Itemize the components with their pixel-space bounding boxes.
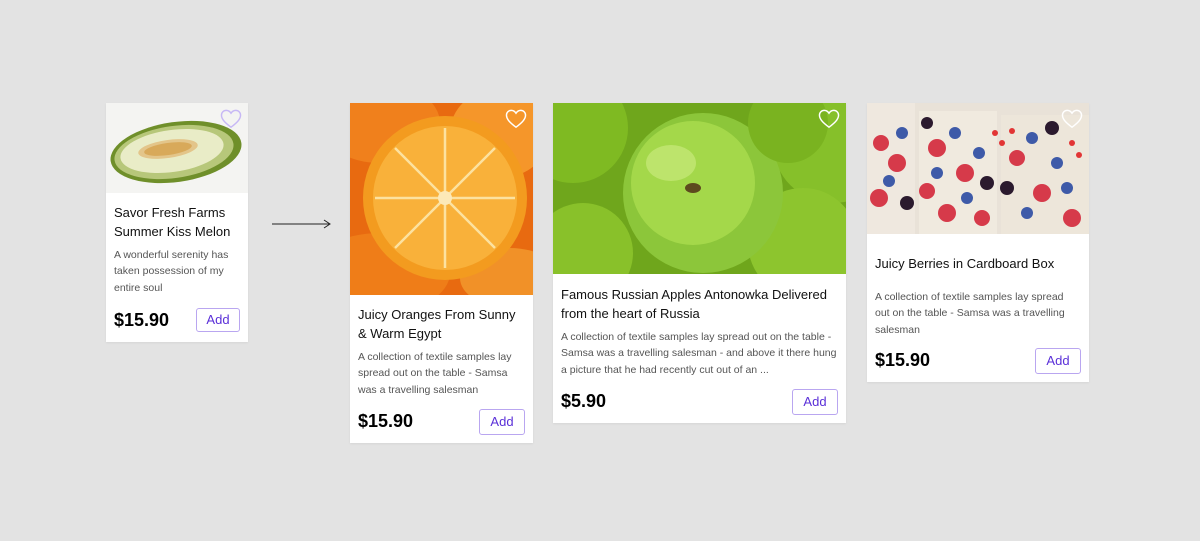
product-title: Savor Fresh Farms Summer Kiss Melon [114, 205, 231, 239]
product-card-apples: Famous Russian Apples Antonowka Delivere… [553, 103, 846, 423]
product-info: Famous Russian Apples Antonowka Delivere… [553, 274, 846, 423]
product-image-green-apples [553, 103, 846, 274]
add-to-cart-button[interactable]: Add [1035, 348, 1081, 374]
product-description: A collection of textile samples lay spre… [561, 331, 837, 376]
product-image-berries [867, 103, 1089, 234]
product-price: $15.90 [358, 411, 414, 431]
product-info: Juicy Oranges From Sunny & Warm Egypt A … [350, 295, 533, 443]
favorite-heart-icon[interactable] [505, 109, 527, 129]
product-title: Juicy Oranges From Sunny & Warm Egypt [358, 307, 516, 341]
product-info: Savor Fresh Farms Summer Kiss Melon A wo… [106, 193, 248, 342]
product-info: Juicy Berries in Cardboard Box A collect… [867, 234, 1089, 382]
product-description: A wonderful serenity has taken possessio… [114, 249, 229, 294]
product-description: A collection of textile samples lay spre… [875, 291, 1065, 336]
arrow-right-icon [272, 217, 332, 229]
add-to-cart-button[interactable]: Add [479, 409, 525, 435]
product-card-oranges: Juicy Oranges From Sunny & Warm Egypt A … [350, 103, 533, 443]
product-card-melon: Savor Fresh Farms Summer Kiss Melon A wo… [106, 103, 248, 342]
product-image-melon [106, 103, 248, 193]
favorite-heart-icon[interactable] [220, 109, 242, 129]
product-title: Juicy Berries in Cardboard Box [875, 256, 1055, 271]
add-to-cart-button[interactable]: Add [792, 389, 838, 415]
product-price: $5.90 [561, 391, 607, 411]
product-image-oranges [350, 103, 533, 295]
add-to-cart-button[interactable]: Add [196, 308, 240, 332]
favorite-heart-icon[interactable] [1061, 109, 1083, 129]
product-card-berries: Juicy Berries in Cardboard Box A collect… [867, 103, 1089, 382]
product-price: $15.90 [875, 350, 931, 370]
favorite-heart-icon[interactable] [818, 109, 840, 129]
product-title: Famous Russian Apples Antonowka Delivere… [561, 287, 827, 321]
product-price: $15.90 [114, 310, 170, 330]
product-description: A collection of textile samples lay spre… [358, 351, 512, 396]
